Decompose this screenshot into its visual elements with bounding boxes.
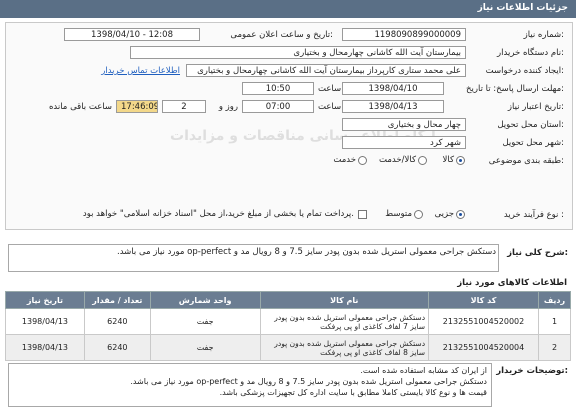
table-row[interactable]: 1398/04/13 6240 جفت دستکش جراحی معمولی ا… — [5, 308, 572, 335]
goods-section-title: اطلاعات کالاهای مورد نیاز — [457, 278, 567, 288]
category-goods-service-radio[interactable] — [418, 156, 427, 165]
cell-item-code: 2132551004520002 — [428, 308, 539, 335]
page-title: جزئیات اطلاعات نیاز — [477, 3, 568, 13]
validity-deadline-label: تاریخ اعتبار نیاز: — [507, 102, 564, 112]
process-medium-radio[interactable] — [414, 210, 423, 219]
days-label: روز و — [218, 102, 238, 112]
col-item-name: نام کالا — [259, 291, 430, 309]
creator-label: ایجاد کننده درخواست: — [485, 66, 564, 76]
cell-item-name: دستکش جراحی معمولی استریل شده بدون پودر … — [259, 308, 430, 335]
process-minor-radio[interactable] — [456, 210, 465, 219]
treasury-payment-note: پرداخت تمام یا بخشی از مبلغ خرید،از محل … — [82, 209, 354, 219]
response-deadline-label: مهلت ارسال پاسخ: تا تاریخ: — [466, 84, 564, 94]
delivery-province-field[interactable]: چهار محال و بختیاری — [342, 118, 466, 131]
announce-datetime-field[interactable]: 1398/04/10 - 12:08 — [64, 28, 200, 41]
validity-time-label: ساعت — [318, 102, 342, 112]
col-row: ردیف — [537, 291, 572, 309]
description-label: شرح کلی نیاز: — [507, 248, 568, 258]
buyer-notes-line: دستکش جراحی معمولی استریل شده بدون پودر … — [130, 377, 487, 386]
need-number-label: شماره نیاز: — [523, 30, 564, 40]
buyer-notes-label: توضیحات خریدار: — [496, 366, 568, 376]
buyer-org-label: نام دستگاه خریدار: — [497, 48, 564, 58]
cell-item-code: 2132551004520004 — [428, 334, 539, 361]
goods-table-header-row: تاریخ نیاز تعداد / مقدار واحد شمارش نام … — [5, 291, 572, 309]
category-goods-service-label: کالا/خدمت — [379, 155, 416, 165]
response-time-label: ساعت — [318, 84, 342, 94]
buyer-notes-box: از ایران کد مشابه استفاده شده است. دستکش… — [8, 363, 492, 407]
validity-deadline-date[interactable]: 1398/04/13 — [342, 100, 444, 113]
col-need-date: تاریخ نیاز — [5, 291, 85, 309]
delivery-city-label: شهر محل تحویل: — [502, 138, 564, 148]
cell-item-name: دستکش جراحی معمولی استریل شده بدون پودر … — [259, 334, 430, 361]
process-minor-label: جزیی — [434, 209, 454, 219]
category-goods-radio[interactable] — [456, 156, 465, 165]
cell-need-date: 1398/04/13 — [5, 308, 85, 335]
cell-unit: جفت — [149, 334, 261, 361]
remaining-days-field[interactable]: 2 — [162, 100, 206, 113]
remaining-time-label: ساعت باقی مانده — [48, 102, 112, 112]
remaining-time-field[interactable]: 17:46:09 — [116, 100, 158, 113]
goods-table: تاریخ نیاز تعداد / مقدار واحد شمارش نام … — [5, 291, 572, 361]
page-header: جزئیات اطلاعات نیاز — [0, 0, 576, 18]
process-medium-label: متوسط — [385, 209, 412, 219]
cell-row: 2 — [537, 334, 572, 361]
category-goods-label: کالا — [442, 155, 454, 165]
buyer-contact-link[interactable]: اطلاعات تماس خریدار — [74, 66, 180, 76]
description-text: دستکش جراحی معمولی استریل شده بدون پودر … — [117, 247, 496, 257]
table-row[interactable]: 1398/04/13 6240 جفت دستکش جراحی معمولی ا… — [5, 334, 572, 361]
response-deadline-date[interactable]: 1398/04/10 — [342, 82, 444, 95]
announce-datetime-label: تاریخ و ساعت اعلان عمومی: — [230, 30, 333, 40]
delivery-city-field[interactable]: شهر کرد — [342, 136, 466, 149]
col-item-code: کد کالا — [428, 291, 539, 309]
cell-quantity: 6240 — [83, 308, 151, 335]
cell-row: 1 — [537, 308, 572, 335]
col-quantity: تعداد / مقدار — [83, 291, 151, 309]
category-service-radio[interactable] — [358, 156, 367, 165]
cell-unit: جفت — [149, 308, 261, 335]
response-deadline-time[interactable]: 10:50 — [242, 82, 314, 95]
delivery-province-label: استان محل تحویل: — [497, 120, 564, 130]
category-label: طبقه بندی موضوعی: — [488, 156, 564, 166]
col-unit: واحد شمارش — [149, 291, 261, 309]
need-number-field[interactable]: 1198090899000009 — [342, 28, 466, 41]
goods-section-header: اطلاعات کالاهای مورد نیاز — [5, 277, 571, 292]
treasury-payment-checkbox[interactable] — [358, 210, 367, 219]
cell-need-date: 1398/04/13 — [5, 334, 85, 361]
buyer-notes-line: قیمت ها و نوع کالا بایستی کاملا مطابق با… — [219, 388, 487, 397]
process-type-label: نوع فرآیند خرید : — [503, 210, 564, 220]
buyer-org-field[interactable]: بیمارستان آیت الله کاشانی چهارمحال و بخت… — [130, 46, 466, 59]
creator-field[interactable]: علی محمد ستاری کارپرداز بیمارستان آیت ال… — [186, 64, 466, 77]
cell-quantity: 6240 — [83, 334, 151, 361]
category-service-label: خدمت — [333, 155, 356, 165]
validity-deadline-time[interactable]: 07:00 — [242, 100, 314, 113]
buyer-notes-line: از ایران کد مشابه استفاده شده است. — [360, 366, 487, 375]
